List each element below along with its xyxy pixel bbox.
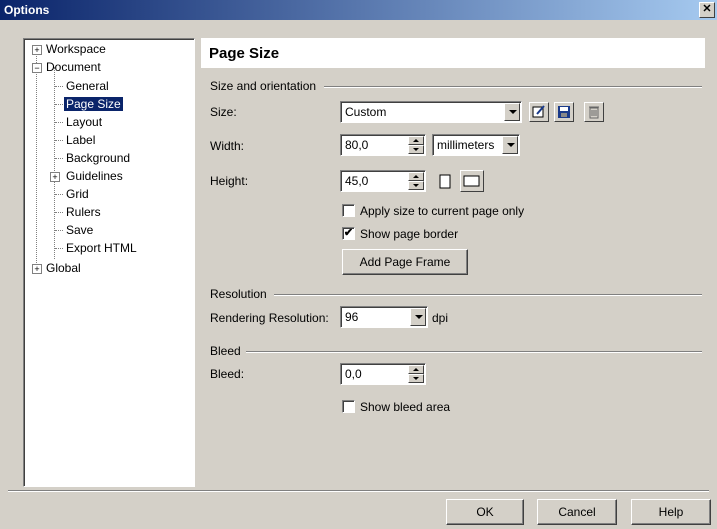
tree-item-page-size[interactable]: Page Size bbox=[64, 96, 123, 112]
page-title: Page Size bbox=[209, 45, 280, 62]
portrait-icon bbox=[439, 174, 451, 189]
show-border-checkbox[interactable]: ✔ bbox=[342, 227, 355, 240]
checkmark-icon: ✔ bbox=[343, 227, 354, 239]
bleed-spinner[interactable]: 0,0 bbox=[340, 363, 426, 385]
tree-connector bbox=[55, 230, 63, 231]
show-bleed-label[interactable]: Show bleed area bbox=[360, 400, 450, 414]
delete-size-button[interactable] bbox=[584, 102, 604, 122]
size-select[interactable]: Custom bbox=[340, 101, 522, 123]
edit-size-icon bbox=[532, 105, 545, 118]
landscape-button[interactable] bbox=[460, 170, 484, 192]
tree-item-global[interactable]: Global bbox=[44, 260, 83, 276]
apply-size-checkbox[interactable] bbox=[342, 204, 355, 217]
ok-button[interactable]: OK bbox=[446, 499, 524, 525]
apply-size-label[interactable]: Apply size to current page only bbox=[360, 204, 524, 218]
show-border-label[interactable]: Show page border bbox=[360, 227, 458, 241]
landscape-icon bbox=[463, 175, 480, 187]
bleed-label: Bleed: bbox=[210, 367, 245, 381]
chevron-down-icon[interactable] bbox=[504, 103, 520, 121]
tree-connector bbox=[55, 104, 63, 105]
tree-item-guidelines[interactable]: Guidelines bbox=[64, 168, 125, 184]
height-label: Height: bbox=[210, 174, 249, 188]
tree-item-grid[interactable]: Grid bbox=[64, 186, 91, 202]
tree-connector bbox=[55, 140, 63, 141]
tree-item-background[interactable]: Background bbox=[64, 150, 132, 166]
units-value: millimeters bbox=[437, 138, 495, 152]
edit-size-button[interactable] bbox=[529, 102, 549, 122]
height-value: 45,0 bbox=[345, 174, 369, 188]
height-spinner[interactable]: 45,0 bbox=[340, 170, 426, 192]
tree-connector bbox=[55, 158, 63, 159]
expand-icon[interactable]: + bbox=[50, 172, 60, 182]
tree-connector bbox=[55, 122, 63, 123]
close-icon: ✕ bbox=[702, 3, 712, 15]
section-divider bbox=[274, 294, 702, 296]
spin-down-icon[interactable] bbox=[408, 374, 424, 383]
tree-item-rulers[interactable]: Rulers bbox=[64, 204, 103, 220]
rendering-resolution-value: 96 bbox=[345, 310, 359, 324]
size-value: Custom bbox=[345, 105, 387, 119]
title-bar: Options ✕ bbox=[0, 0, 717, 20]
portrait-button[interactable] bbox=[437, 172, 453, 190]
save-icon bbox=[558, 106, 570, 118]
tree-connector bbox=[55, 194, 63, 195]
tree-item-export-html[interactable]: Export HTML bbox=[64, 240, 139, 256]
dpi-label: dpi bbox=[432, 311, 449, 325]
close-button[interactable]: ✕ bbox=[699, 2, 715, 18]
spin-up-icon[interactable] bbox=[408, 365, 424, 374]
tree-connector bbox=[55, 248, 63, 249]
options-tree[interactable]: + Workspace − Document General Page Size… bbox=[23, 38, 195, 487]
cancel-button[interactable]: Cancel bbox=[537, 499, 617, 525]
save-size-button[interactable] bbox=[554, 102, 574, 122]
collapse-icon[interactable]: − bbox=[32, 63, 42, 73]
spin-up-icon[interactable] bbox=[408, 136, 424, 145]
tree-item-general[interactable]: General bbox=[64, 78, 111, 94]
tree-item-workspace[interactable]: Workspace bbox=[44, 41, 108, 57]
rendering-resolution-select[interactable]: 96 bbox=[340, 306, 428, 328]
window-title: Options bbox=[4, 3, 50, 17]
help-button[interactable]: Help bbox=[631, 499, 711, 525]
expand-icon[interactable]: + bbox=[32, 45, 42, 55]
size-label: Size: bbox=[210, 105, 237, 119]
section-divider bbox=[324, 86, 702, 88]
section-divider bbox=[246, 351, 702, 353]
bleed-value: 0,0 bbox=[345, 367, 362, 381]
units-select[interactable]: millimeters bbox=[432, 134, 520, 156]
add-page-frame-button[interactable]: Add Page Frame bbox=[342, 249, 468, 275]
spin-down-icon[interactable] bbox=[408, 145, 424, 154]
tree-connector bbox=[36, 49, 37, 269]
tree-item-label[interactable]: Label bbox=[64, 132, 97, 148]
tree-connector bbox=[55, 212, 63, 213]
spin-down-icon[interactable] bbox=[408, 181, 424, 190]
delete-icon bbox=[589, 106, 599, 119]
section-bleed: Bleed bbox=[210, 344, 241, 358]
width-value: 80,0 bbox=[345, 138, 369, 152]
chevron-down-icon[interactable] bbox=[410, 308, 426, 326]
section-resolution: Resolution bbox=[210, 287, 267, 301]
tree-connector bbox=[55, 86, 63, 87]
tree-item-document[interactable]: Document bbox=[44, 59, 103, 75]
tree-item-layout[interactable]: Layout bbox=[64, 114, 104, 130]
width-label: Width: bbox=[210, 139, 245, 153]
panel-header: Page Size bbox=[201, 38, 705, 68]
expand-icon[interactable]: + bbox=[32, 264, 42, 274]
footer-divider bbox=[8, 490, 709, 492]
rendering-resolution-label: Rendering Resolution: bbox=[210, 311, 329, 325]
width-spinner[interactable]: 80,0 bbox=[340, 134, 426, 156]
chevron-down-icon[interactable] bbox=[502, 136, 518, 154]
show-bleed-checkbox[interactable] bbox=[342, 400, 355, 413]
spin-up-icon[interactable] bbox=[408, 172, 424, 181]
section-size-orientation: Size and orientation bbox=[210, 79, 317, 93]
tree-item-save[interactable]: Save bbox=[64, 222, 95, 238]
